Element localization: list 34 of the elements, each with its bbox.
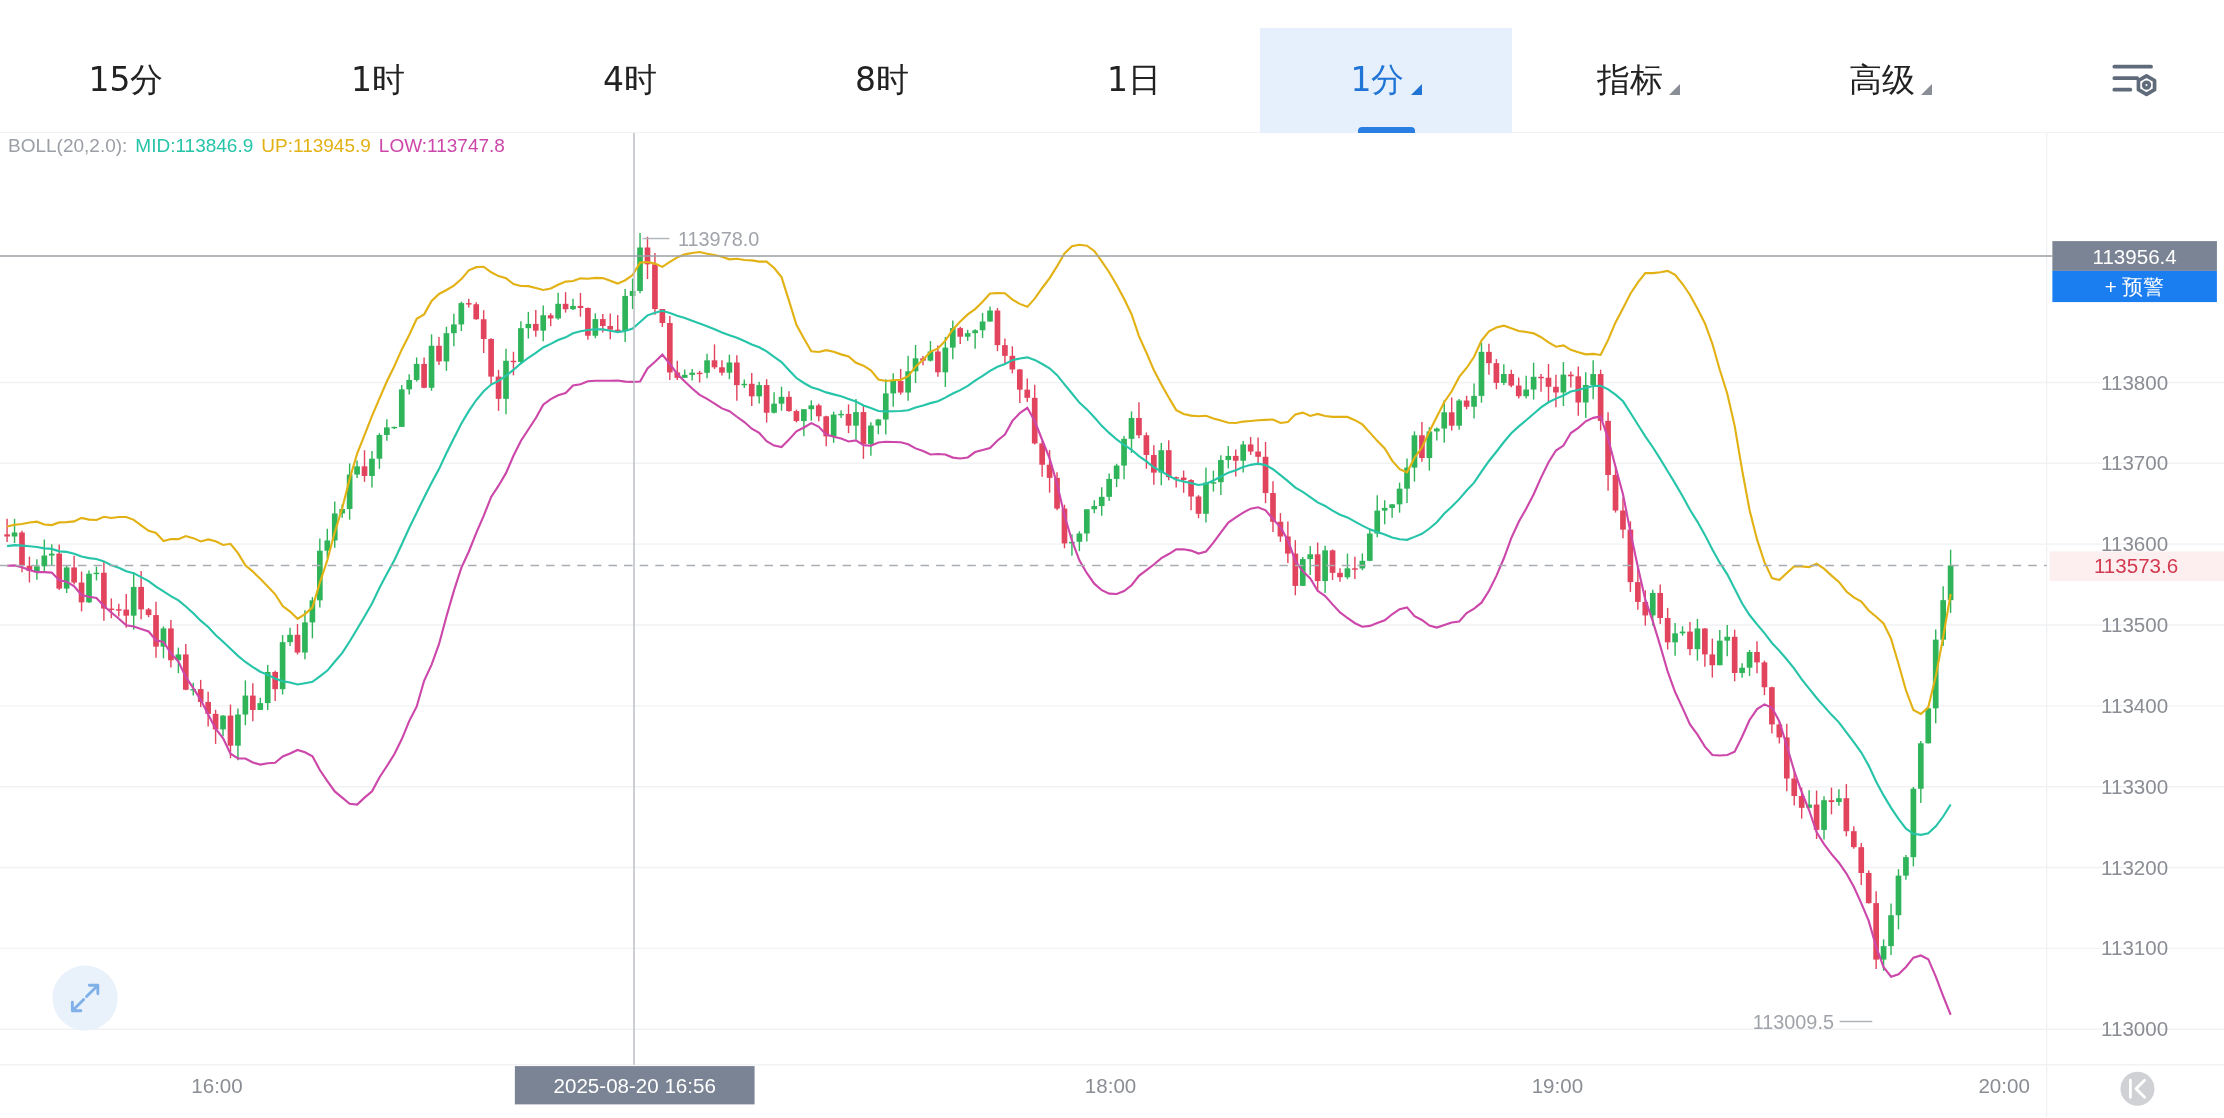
fullscreen-icon[interactable] (52, 965, 118, 1031)
price-axis-label: 113500 (2101, 613, 2169, 637)
time-axis-label: 16:00 (191, 1074, 243, 1098)
interval-tab[interactable]: 指标 (1512, 28, 1764, 133)
interval-tab[interactable]: 1日 (1008, 28, 1260, 133)
high-price-marker: 113978.0 (678, 227, 760, 250)
time-axis-label: 20:00 (1978, 1074, 2030, 1098)
last-price-label: 113573.6 (2049, 551, 2224, 582)
leader-line (1838, 1020, 1873, 1023)
leader-line (641, 237, 671, 240)
alert-button[interactable]: + 预警 (2052, 270, 2217, 303)
indicator-value: MID:113846.9 (135, 135, 254, 157)
crosshair-price-label: 113956.4 (2052, 241, 2217, 271)
price-axis-label: 113400 (2101, 693, 2169, 717)
price-axis-label: 113300 (2101, 774, 2169, 798)
price-axis-label: 113000 (2101, 1017, 2169, 1041)
interval-tab[interactable]: 1分 (1260, 28, 1512, 133)
time-axis-label: 18:00 (1084, 1074, 1137, 1098)
interval-tab[interactable]: 15分 (0, 28, 252, 133)
indicator-value: UP:113945.9 (261, 135, 371, 157)
interval-tab[interactable]: 4时 (504, 28, 756, 133)
price-axis-label: 113700 (2101, 451, 2169, 475)
price-axis-label: 113200 (2101, 855, 2169, 879)
price-axis-label: 113100 (2101, 936, 2169, 960)
price-axis-label: 113800 (2101, 370, 2169, 394)
low-price-marker: 113009.5 (1752, 1010, 1834, 1033)
indicator-value: LOW:113747.8 (378, 135, 505, 157)
interval-tab[interactable]: 高级 (1764, 28, 2016, 133)
interval-tab[interactable]: 1时 (252, 28, 504, 133)
crosshair-time-label: 2025-08-20 16:56 (514, 1066, 755, 1105)
indicator-label: BOLL(20,2.0): (8, 135, 128, 157)
interval-tab[interactable]: 8时 (756, 28, 1008, 133)
time-axis-label: 19:00 (1531, 1074, 1584, 1098)
scroll-to-latest-icon[interactable] (2120, 1071, 2155, 1106)
